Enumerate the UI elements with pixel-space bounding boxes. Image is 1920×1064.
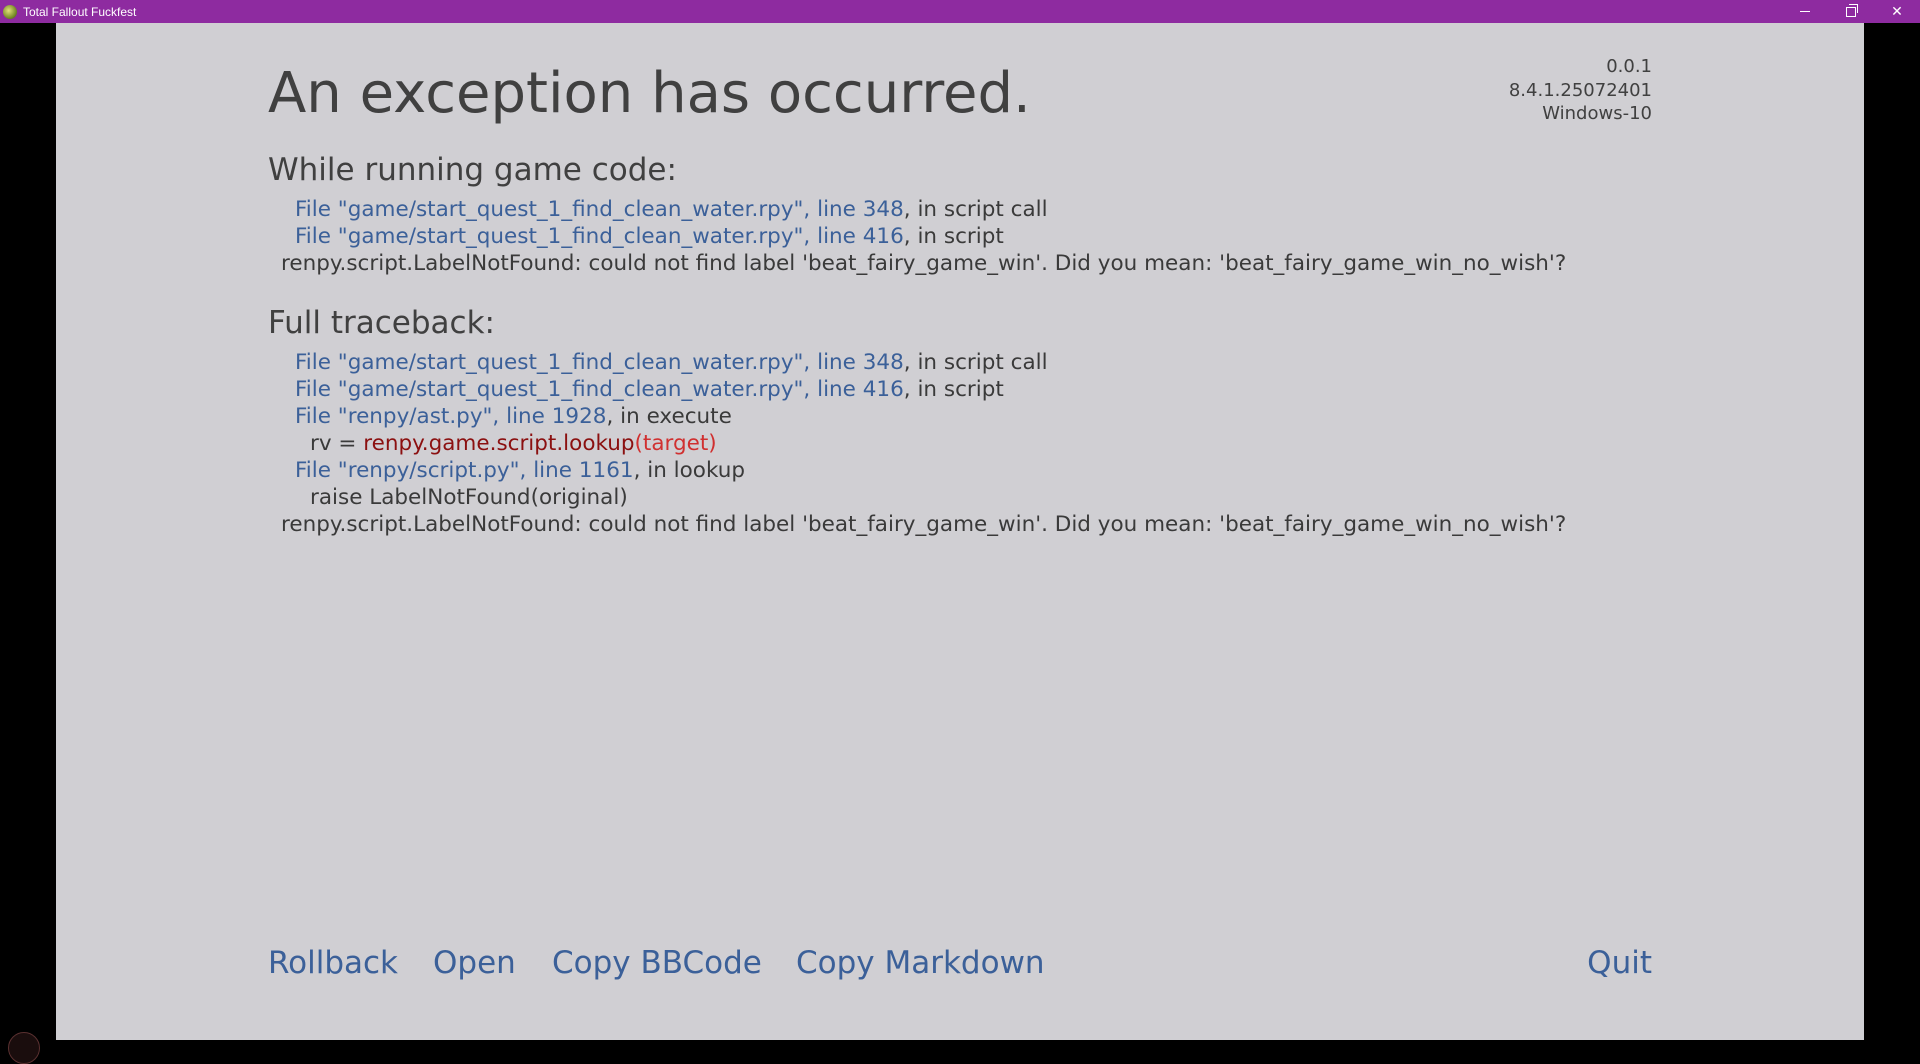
file-link[interactable]: File "renpy/script.py", line 1161 [295,458,634,483]
game-code-traceback: File "game/start_quest_1_find_clean_wate… [268,196,1566,277]
platform: Windows-10 [1542,103,1652,124]
app-icon [3,4,17,19]
game-version: 0.0.1 [1606,56,1652,77]
file-link[interactable]: File "game/start_quest_1_find_clean_wate… [295,350,904,375]
minimize-icon [1800,11,1810,12]
exception-heading: An exception has occurred. [268,61,1031,126]
exception-screen: An exception has occurred. 0.0.1 8.4.1.2… [268,23,1652,1040]
restore-icon [1846,3,1858,17]
quit-button[interactable]: Quit [1587,945,1652,981]
full-traceback: File "game/start_quest_1_find_clean_wate… [268,349,1566,538]
code-line: raise LabelNotFound(original) [310,485,628,510]
code-line: rv = renpy.game.script.lookup(target) [310,431,717,456]
title-bar[interactable]: Total Fallout Fuckfest ✕ [0,0,1920,23]
window-controls: ✕ [1782,0,1920,23]
restore-button[interactable] [1828,0,1874,23]
renpy-version: 8.4.1.25072401 [1508,79,1652,101]
traceback-line: File "renpy/script.py", line 1161, in lo… [295,458,746,483]
version-info: 0.0.1 8.4.1.25072401 Windows-10 [1509,55,1652,126]
full-traceback-title: Full traceback: [268,305,495,341]
traceback-line: File "game/start_quest_1_find_clean_wate… [295,377,1004,402]
action-bar: Rollback Open Copy BBCode Copy Markdown … [268,945,1652,985]
open-button[interactable]: Open [433,945,516,981]
close-button[interactable]: ✕ [1874,0,1920,23]
copy-markdown-button[interactable]: Copy Markdown [796,945,1045,981]
file-link[interactable]: File "game/start_quest_1_find_clean_wate… [295,197,904,222]
window-title: Total Fallout Fuckfest [23,4,137,19]
file-link[interactable]: File "renpy/ast.py", line 1928 [295,404,606,429]
traceback-line: File "game/start_quest_1_find_clean_wate… [295,350,1048,375]
traceback-line: File "game/start_quest_1_find_clean_wate… [295,224,1004,249]
minimize-button[interactable] [1782,0,1828,23]
game-area: An exception has occurred. 0.0.1 8.4.1.2… [56,23,1864,1040]
traceback-line: File "renpy/ast.py", line 1928, in execu… [295,404,732,429]
file-link[interactable]: File "game/start_quest_1_find_clean_wate… [295,224,904,249]
exception-message: renpy.script.LabelNotFound: could not fi… [281,251,1567,276]
game-code-title: While running game code: [268,152,677,188]
close-icon: ✕ [1891,3,1903,20]
exception-message: renpy.script.LabelNotFound: could not fi… [281,512,1567,537]
copy-bbcode-button[interactable]: Copy BBCode [552,945,762,981]
rollback-button[interactable]: Rollback [268,945,398,981]
code-highlight-args: (target) [634,431,717,456]
code-highlight: renpy.game.script.lookup [363,431,635,456]
file-link[interactable]: File "game/start_quest_1_find_clean_wate… [295,377,904,402]
avatar [8,1032,40,1064]
traceback-line: File "game/start_quest_1_find_clean_wate… [295,197,1048,222]
